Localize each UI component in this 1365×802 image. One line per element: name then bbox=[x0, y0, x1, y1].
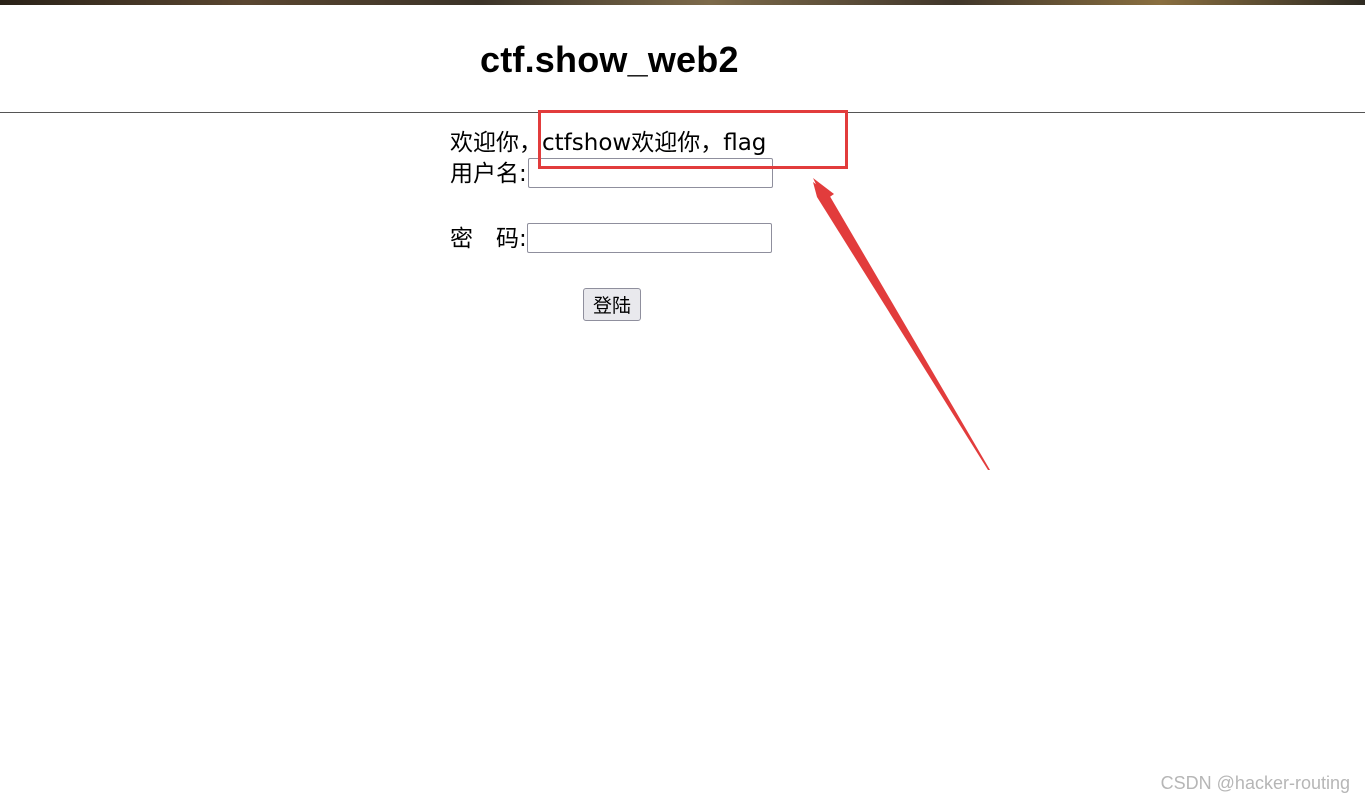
password-input[interactable] bbox=[527, 223, 772, 253]
watermark: CSDN @hacker-routing bbox=[1160, 773, 1350, 793]
login-button[interactable]: 登陆 bbox=[583, 288, 641, 321]
annotation-highlight-box bbox=[538, 110, 848, 169]
annotation-arrow-icon bbox=[813, 178, 990, 470]
top-background-strip bbox=[0, 0, 1365, 5]
password-label: 密 码: bbox=[450, 226, 527, 252]
page-title: ctf.show_web2 bbox=[480, 39, 739, 80]
username-label: 用户名: bbox=[450, 161, 527, 187]
